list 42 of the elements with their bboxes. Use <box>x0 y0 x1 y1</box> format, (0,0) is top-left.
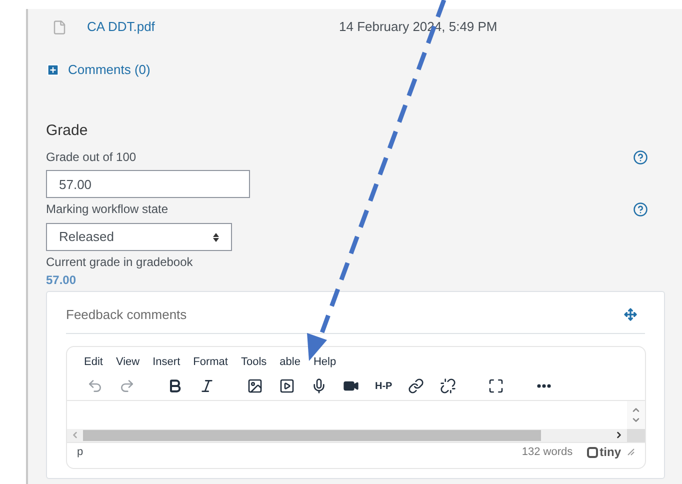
horizontal-scrollbar[interactable] <box>67 428 645 442</box>
grade-input[interactable]: 57.00 <box>46 170 250 198</box>
resize-handle-icon[interactable] <box>627 448 635 456</box>
menu-item[interactable]: Edit <box>84 354 103 371</box>
expand-icon[interactable] <box>46 62 60 77</box>
help-icon[interactable] <box>633 202 648 216</box>
file-link[interactable]: CA DDT.pdf <box>87 17 339 37</box>
field-label: Grade out of 100 <box>46 149 136 166</box>
image-icon <box>247 378 263 394</box>
play-box-icon <box>279 378 295 394</box>
word-count[interactable]: 132 words <box>522 444 573 460</box>
vertical-scrollbar[interactable] <box>627 400 645 428</box>
bold-icon <box>167 378 183 394</box>
fullscreen-icon <box>488 378 504 394</box>
menu-item[interactable]: able <box>280 354 300 371</box>
file-icon <box>52 20 67 34</box>
field-label: Marking workflow state <box>46 201 168 218</box>
h5p-button[interactable]: H-P <box>371 374 396 398</box>
menu-item[interactable]: Format <box>193 354 228 371</box>
menu-item[interactable]: View <box>116 354 140 371</box>
tiny-logo[interactable]: tiny <box>586 443 621 461</box>
current-grade: 57.00 <box>46 272 78 289</box>
scroll-right-icon[interactable] <box>614 430 624 440</box>
workflow-select[interactable]: Released <box>46 223 232 251</box>
redo-icon <box>119 378 135 394</box>
element-path[interactable]: p <box>77 444 84 460</box>
menu-item[interactable]: Help <box>313 354 336 371</box>
field-label: Current grade in gradebook <box>46 254 194 271</box>
unlink-icon <box>440 378 456 394</box>
microphone-icon <box>311 378 327 394</box>
italic-icon <box>199 378 215 394</box>
grade-heading: Grade <box>46 120 89 140</box>
comments-link[interactable]: Comments (0) <box>68 60 150 80</box>
more-icon <box>537 384 552 388</box>
link-icon <box>408 378 424 394</box>
menu-item[interactable]: Tools <box>240 354 267 371</box>
expand-arrows-icon[interactable] <box>624 308 637 322</box>
help-icon[interactable] <box>633 150 648 164</box>
undo-icon <box>87 378 103 394</box>
sort-arrows-icon <box>213 232 219 242</box>
menu-item[interactable]: Insert <box>152 354 180 371</box>
feedback-title: Feedback comments <box>66 306 187 324</box>
